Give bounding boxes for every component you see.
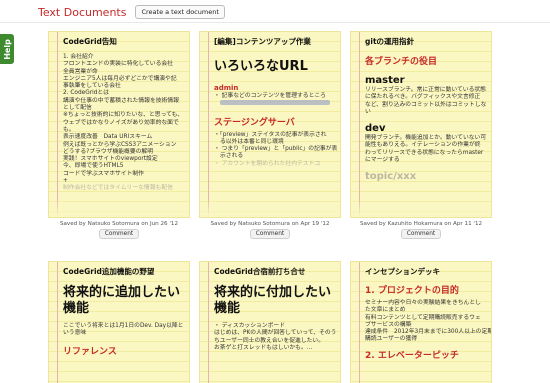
header-divider	[0, 22, 550, 23]
document-body: ・ ディスカッションボード はじめは、PKの人間が回答していって、そのう ちユー…	[214, 323, 337, 351]
document-card: CodeGrid告知 1. 会社紹介 フロントエンドの実装に特化している会社 全…	[48, 31, 190, 239]
document-preview[interactable]: gitの運用指針 各ブランチの役目 master リリースブランチ。常に正常に動…	[350, 31, 492, 218]
document-subheading: ステージングサーバ	[214, 117, 295, 128]
document-heading: 将来的に付加したい機能	[214, 285, 332, 316]
document-title: CodeGrid合宿前打ち合せ	[214, 267, 306, 276]
document-preview[interactable]: CodeGrid合宿前打ち合せ 将来的に付加したい機能 ・ ディスカッションボー…	[199, 261, 341, 383]
comment-button[interactable]: Comment	[98, 229, 140, 239]
saved-by-label: Saved by Kazuhito Hokamura on Apr 11 '12	[359, 221, 483, 227]
comment-button[interactable]: Comment	[400, 229, 442, 239]
document-subheading: 各ブランチの役目	[365, 57, 438, 67]
document-title: CodeGrid追加機能の野望	[63, 267, 155, 276]
document-heading: topic/xxx	[365, 171, 417, 183]
document-heading: dev	[365, 123, 386, 135]
document-card: CodeGrid追加機能の野望 将来的に追加したい機能 ここでいう将来とは1月1…	[48, 261, 190, 383]
document-preview[interactable]: [編集]コンテンツアップ作業 いろいろなURL admin ・ 記事などのコンテ…	[199, 31, 341, 218]
document-body: ・「preview」ステイタスの記事が表示され る以外は本番と同じ環境 ・ つま…	[214, 131, 338, 167]
document-subheading: 1. プロジェクトの目的	[365, 286, 459, 296]
document-body: リリースブランチ。常に正常に動いている状態 に保たれるべき。バグフィックスや文言…	[365, 87, 487, 115]
document-heading: 将来的に追加したい機能	[63, 285, 181, 316]
saved-by-label: Saved by Natsuko Sotomura on Jun 26 '12	[59, 221, 179, 227]
document-body: 開発ブランチ。機能追加とか。動いていない可 能性もありえる。イテレーションの作業…	[365, 135, 487, 164]
document-card: CodeGrid合宿前打ち合せ 将来的に付加したい機能 ・ ディスカッションボー…	[199, 261, 341, 383]
document-card: [編集]コンテンツアップ作業 いろいろなURL admin ・ 記事などのコンテ…	[199, 31, 341, 239]
page-header: Text Documents Create a text document	[38, 4, 225, 20]
document-title: [編集]コンテンツアップ作業	[214, 37, 311, 46]
saved-by-label: Saved by Natsuko Sotomura on Apr 19 '12	[210, 221, 330, 227]
document-subheading: 2. エレベーターピッチ	[365, 350, 459, 361]
document-card: インセプションデッキ 1. プロジェクトの目的 セミナー内容や日々の実験結果をき…	[350, 261, 492, 383]
document-body: ・ 記事などのコンテンツを管理するところ	[214, 93, 334, 108]
redacted-url	[214, 100, 334, 107]
document-preview[interactable]: CodeGrid追加機能の野望 将来的に追加したい機能 ここでいう将来とは1月1…	[48, 261, 190, 383]
create-text-document-button[interactable]: Create a text document	[135, 5, 225, 19]
document-title: CodeGrid告知	[63, 37, 117, 46]
page-title: Text Documents	[38, 5, 127, 19]
help-tab-label: Help	[2, 38, 12, 60]
document-body: ここでいう将来とは1月1日のDev. Day以降と いう意味	[63, 323, 184, 337]
document-body: 1. 会社紹介 フロントエンドの実装に特化している会社 全員営業が命 エンジニア…	[63, 54, 184, 192]
document-title: gitの運用指針	[365, 37, 415, 46]
document-title: インセプションデッキ	[365, 267, 440, 276]
document-preview[interactable]: インセプションデッキ 1. プロジェクトの目的 セミナー内容や日々の実験結果をき…	[350, 261, 492, 383]
help-tab[interactable]: Help	[0, 34, 14, 64]
document-subheading: admin	[214, 84, 239, 92]
comment-button[interactable]: Comment	[249, 229, 291, 239]
document-heading: master	[365, 75, 405, 86]
document-body: セミナー内容や日々の実験結果をきちんとし た文章にまとめ 有料コンテンツとして定…	[365, 300, 492, 343]
document-card: gitの運用指針 各ブランチの役目 master リリースブランチ。常に正常に動…	[350, 31, 492, 239]
document-heading: いろいろなURL	[214, 59, 308, 74]
document-preview[interactable]: CodeGrid告知 1. 会社紹介 フロントエンドの実装に特化している会社 全…	[48, 31, 190, 218]
document-subheading: リファレンス	[63, 346, 117, 357]
